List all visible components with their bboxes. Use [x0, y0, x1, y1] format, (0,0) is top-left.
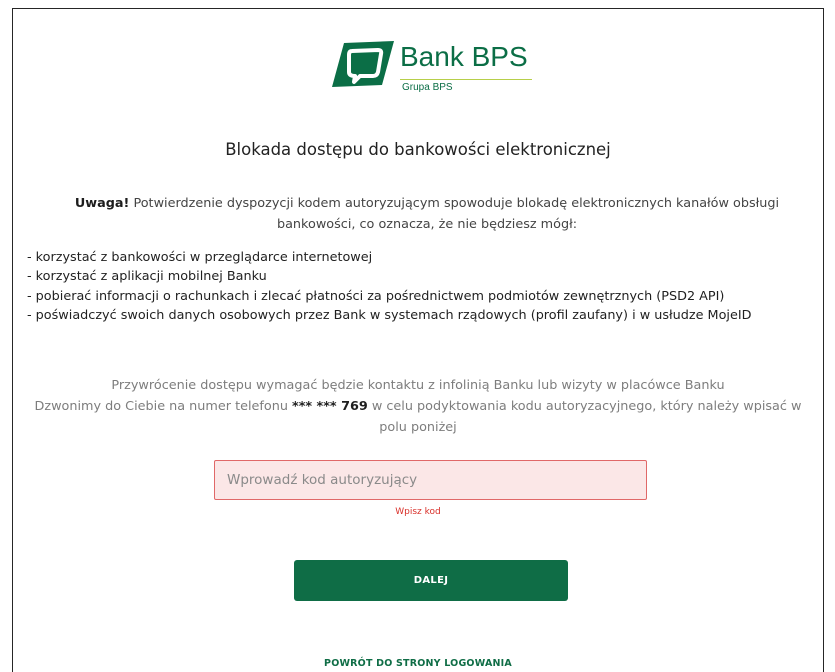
page-title: Blokada dostępu do bankowości elektronic…	[225, 140, 611, 159]
bank-logo: Bank BPS Grupa BPS	[332, 37, 537, 99]
list-item: - korzystać z bankowości w przeglądarce …	[27, 250, 373, 265]
phone-info-line: Dzwonimy do Ciebie na numer telefonu ***…	[23, 396, 813, 438]
next-button[interactable]: DALEJ	[294, 560, 568, 601]
bank-bps-logo-icon	[332, 41, 394, 87]
brand-subtitle: Grupa BPS	[402, 82, 453, 93]
authorization-code-input[interactable]	[214, 460, 647, 500]
phone-number: *** *** 769	[292, 399, 368, 414]
page-frame: Bank BPS Grupa BPS Blokada dostępu do ba…	[12, 8, 824, 672]
code-error-message: Wpisz kod	[395, 507, 441, 517]
phone-info-suffix: w celu podyktowania kodu autoryzacyjnego…	[367, 399, 802, 435]
list-item: - pobierać informacji o rachunkach i zle…	[27, 288, 725, 304]
warning-text: Uwaga! Potwierdzenie dyspozycji kodem au…	[41, 193, 813, 235]
list-item: - poświadczyć swoich danych osobowych pr…	[27, 307, 752, 323]
restore-info-line: Przywrócenie dostępu wymagać będzie kont…	[111, 378, 725, 393]
phone-info-prefix: Dzwonimy do Ciebie na numer telefonu	[34, 399, 293, 414]
back-to-login-link[interactable]: POWRÓT DO STRONY LOGOWANIA	[13, 658, 823, 669]
list-item: - korzystać z aplikacji mobilnej Banku	[27, 269, 267, 285]
brand-name: Bank BPS	[400, 41, 528, 72]
warning-body: Potwierdzenie dyspozycji kodem autoryzuj…	[129, 196, 780, 232]
logo-divider	[400, 79, 532, 80]
warning-label: Uwaga!	[74, 196, 130, 211]
restore-info: Przywrócenie dostępu wymagać będzie kont…	[23, 375, 813, 438]
consequences-list: - korzystać z bankowości w przeglądarce …	[27, 248, 809, 325]
